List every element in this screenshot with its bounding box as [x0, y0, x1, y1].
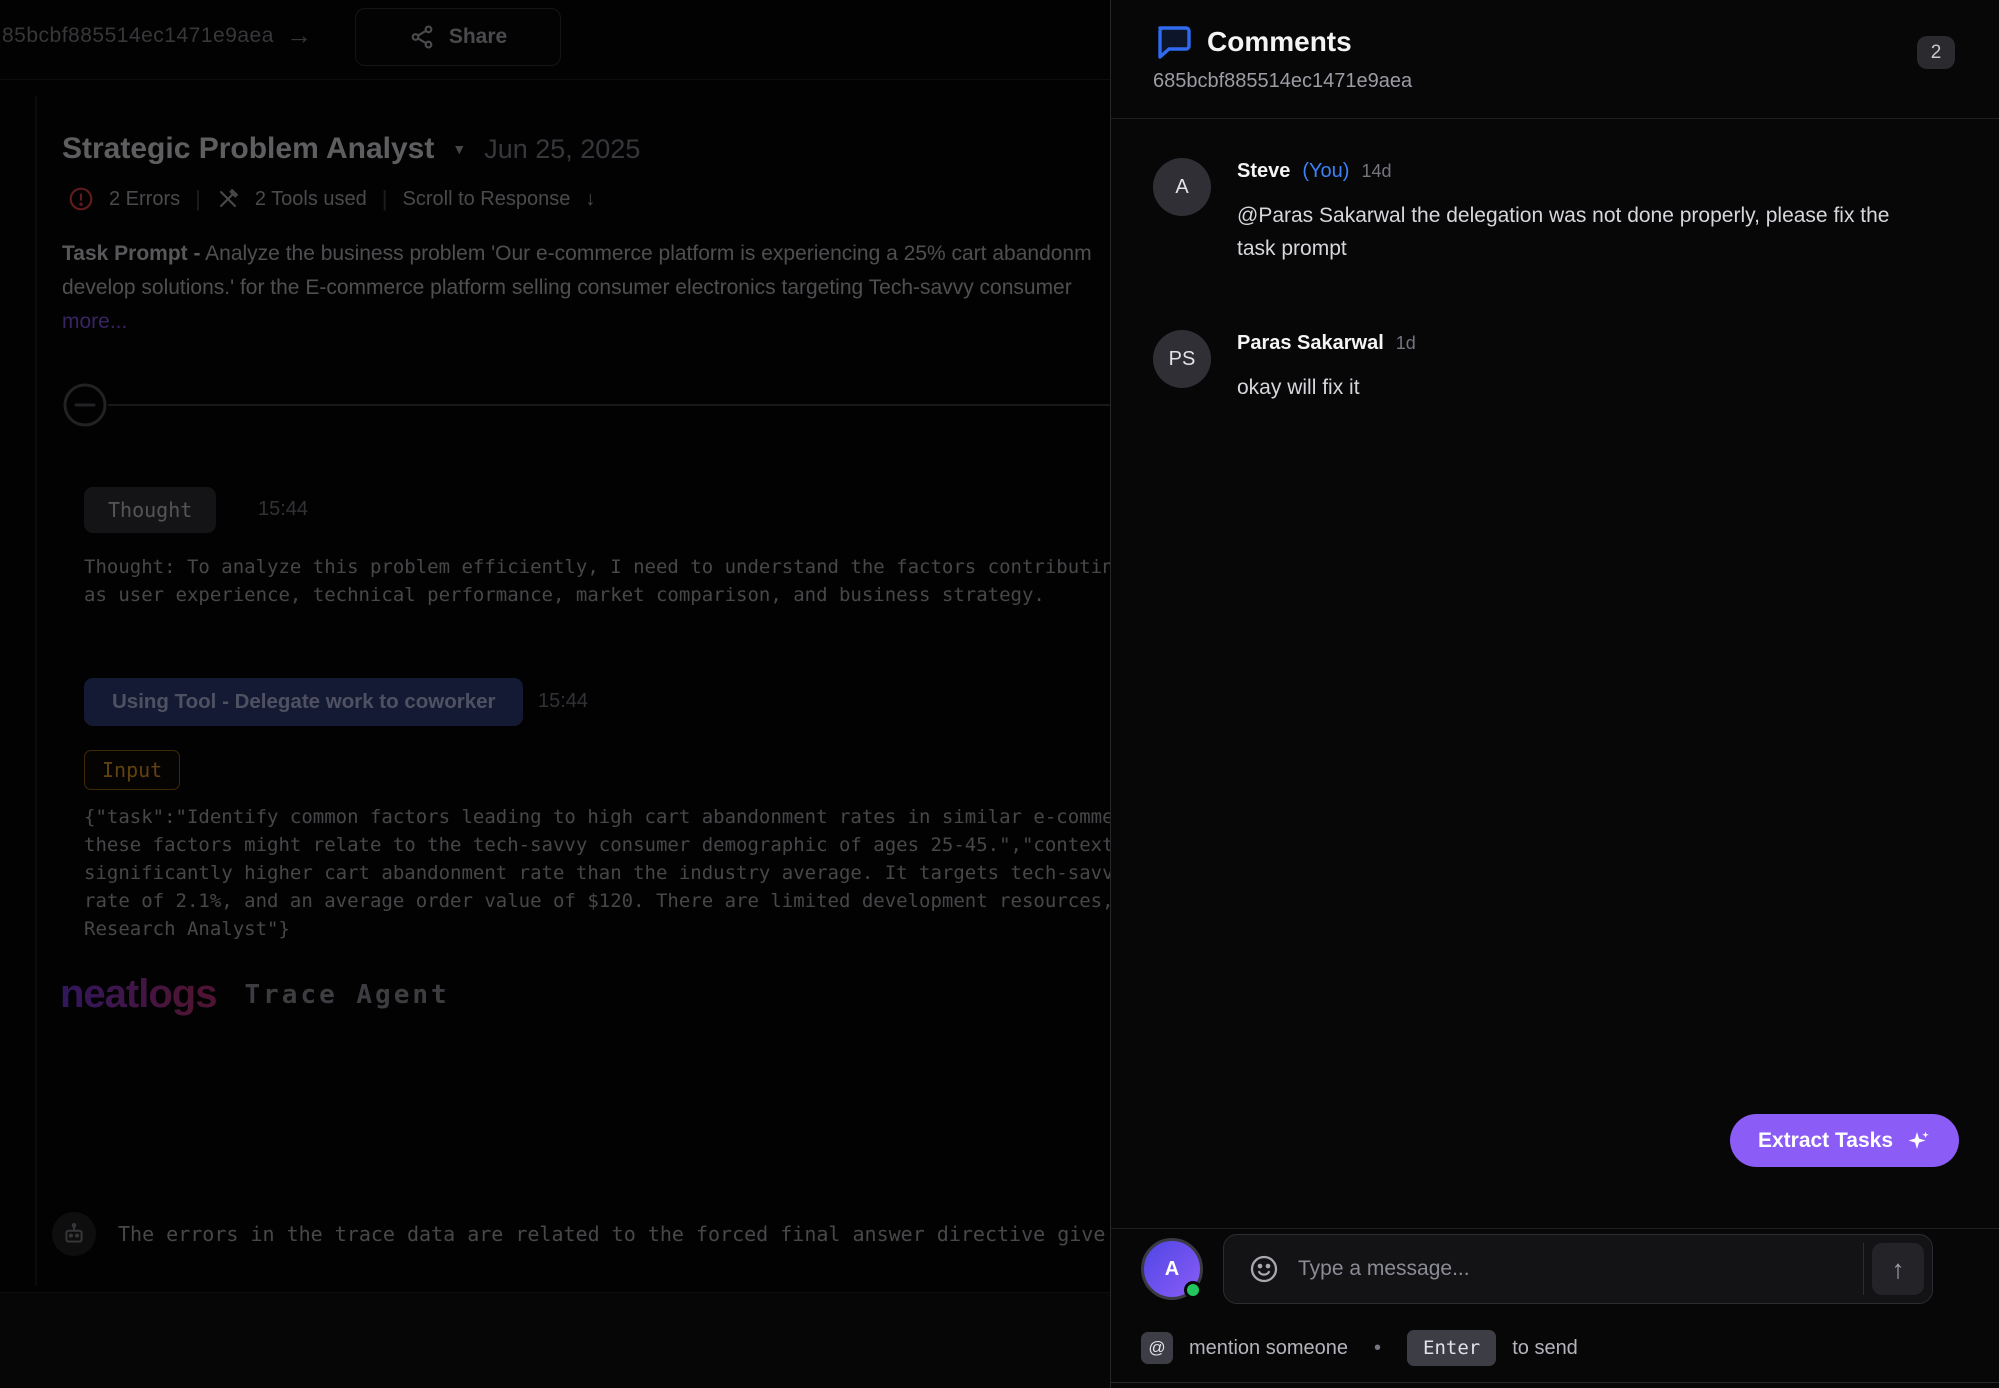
- composer-hints: @ mention someone • Enter to send: [1141, 1330, 1578, 1366]
- extract-tasks-label: Extract Tasks: [1758, 1129, 1893, 1153]
- comment-author: Paras Sakarwal: [1237, 332, 1384, 355]
- comments-header-divider: [1111, 118, 1999, 119]
- at-key-badge: @: [1141, 1332, 1173, 1364]
- comment-item: PS Paras Sakarwal 1d okay will fix it: [1153, 330, 1416, 404]
- comment-timestamp: 14d: [1361, 161, 1391, 182]
- message-composer: ↑: [1223, 1234, 1933, 1304]
- avatar: PS: [1153, 330, 1211, 388]
- extract-tasks-button[interactable]: Extract Tasks: [1730, 1114, 1959, 1167]
- composer-avatar: A: [1141, 1238, 1203, 1300]
- online-status-dot: [1184, 1281, 1202, 1299]
- comment-text: okay will fix it: [1237, 371, 1416, 404]
- hint-separator-dot: •: [1374, 1337, 1381, 1360]
- mention-hint: mention someone: [1189, 1337, 1348, 1360]
- comment-author: Steve: [1237, 160, 1290, 183]
- send-hint: to send: [1512, 1337, 1578, 1360]
- comment-item: A Steve (You) 14d @Paras Sakarwal the de…: [1153, 158, 1927, 265]
- composer-divider: [1111, 1228, 1999, 1229]
- comments-title: Comments: [1207, 26, 1352, 58]
- enter-key-badge: Enter: [1407, 1330, 1496, 1366]
- comments-count-badge: 2: [1917, 36, 1955, 69]
- dim-overlay[interactable]: [0, 0, 1110, 1388]
- avatar: A: [1153, 158, 1211, 216]
- app-window: 85bcbf885514ec1471e9aea → Share Strategi…: [0, 0, 1999, 1388]
- comment-timestamp: 1d: [1396, 333, 1416, 354]
- panel-bottom-divider: [1111, 1382, 1999, 1383]
- send-button[interactable]: ↑: [1872, 1243, 1924, 1295]
- comments-trace-id: 685bcbf885514ec1471e9aea: [1153, 70, 1412, 93]
- emoji-button[interactable]: [1248, 1253, 1280, 1285]
- sparkles-icon: [1907, 1129, 1931, 1153]
- comments-panel: Comments 2 685bcbf885514ec1471e9aea A St…: [1110, 0, 1999, 1388]
- comment-you-label: (You): [1302, 160, 1349, 183]
- arrow-up-icon: ↑: [1892, 1254, 1905, 1285]
- message-input[interactable]: [1298, 1257, 1845, 1281]
- comment-text: @Paras Sakarwal the delegation was not d…: [1237, 199, 1927, 265]
- composer-separator: [1863, 1243, 1864, 1295]
- comments-icon: [1153, 22, 1193, 62]
- trace-view: 85bcbf885514ec1471e9aea → Share Strategi…: [0, 0, 1110, 1388]
